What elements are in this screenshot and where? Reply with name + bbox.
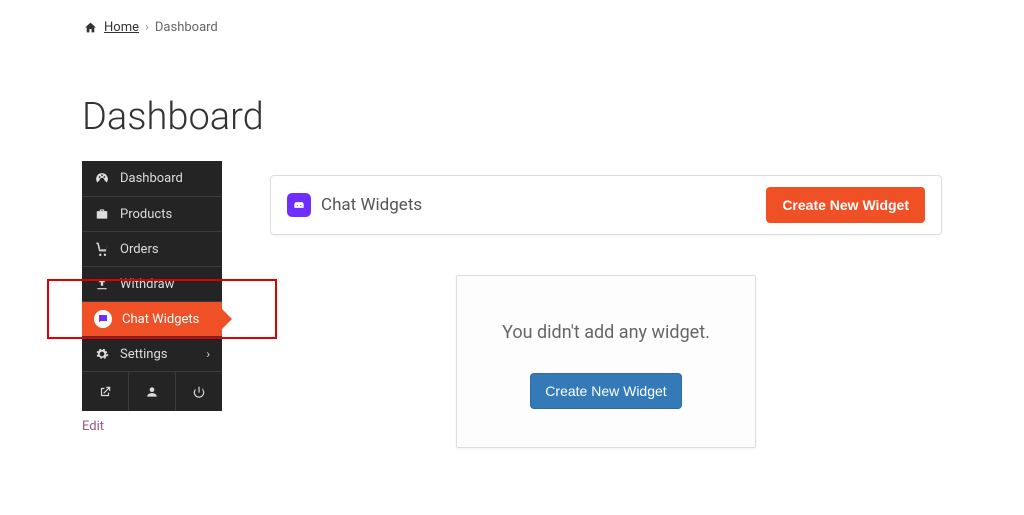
sidebar-item-label: Settings xyxy=(120,347,167,362)
page-title: Dashboard xyxy=(82,95,942,139)
sidebar-item-chat-widgets[interactable]: Chat Widgets xyxy=(82,301,222,336)
external-link-button[interactable] xyxy=(82,372,129,411)
sidebar-item-dashboard[interactable]: Dashboard xyxy=(82,161,222,196)
gear-icon xyxy=(94,347,110,361)
profile-button[interactable] xyxy=(129,372,176,411)
breadcrumb-separator: › xyxy=(145,20,149,35)
sidebar-item-withdraw[interactable]: Withdraw xyxy=(82,266,222,301)
sidebar-item-label: Orders xyxy=(120,242,159,257)
chevron-right-icon: › xyxy=(206,347,210,361)
power-button[interactable] xyxy=(176,372,222,411)
sidebar-bottom-bar xyxy=(82,371,222,411)
sidebar-item-orders[interactable]: Orders xyxy=(82,231,222,266)
cart-icon xyxy=(94,242,110,256)
create-widget-button-top[interactable]: Create New Widget xyxy=(766,187,925,223)
upload-icon xyxy=(94,277,110,291)
sidebar-item-label: Withdraw xyxy=(120,277,174,292)
sidebar-item-settings[interactable]: Settings › xyxy=(82,336,222,371)
dashboard-icon xyxy=(94,172,110,186)
empty-state-message: You didn't add any widget. xyxy=(477,322,735,343)
sidebar: Dashboard Products Orders xyxy=(82,161,222,411)
chat-icon xyxy=(94,310,112,328)
empty-state-card: You didn't add any widget. Create New Wi… xyxy=(456,275,756,448)
home-icon xyxy=(82,21,98,34)
chat-widgets-icon xyxy=(287,193,311,217)
widgets-header-title: Chat Widgets xyxy=(321,195,422,215)
sidebar-item-label: Chat Widgets xyxy=(122,312,199,327)
create-widget-button-empty[interactable]: Create New Widget xyxy=(530,373,681,409)
main-content: Chat Widgets Create New Widget You didn'… xyxy=(270,161,942,448)
sidebar-item-label: Dashboard xyxy=(120,171,183,186)
breadcrumb-home-link[interactable]: Home xyxy=(104,20,139,35)
sidebar-item-products[interactable]: Products xyxy=(82,196,222,231)
sidebar-item-label: Products xyxy=(120,207,172,222)
breadcrumb: Home › Dashboard xyxy=(82,20,942,35)
breadcrumb-current: Dashboard xyxy=(155,20,218,35)
briefcase-icon xyxy=(94,207,110,221)
widgets-header-card: Chat Widgets Create New Widget xyxy=(270,175,942,235)
edit-link[interactable]: Edit xyxy=(82,419,222,434)
